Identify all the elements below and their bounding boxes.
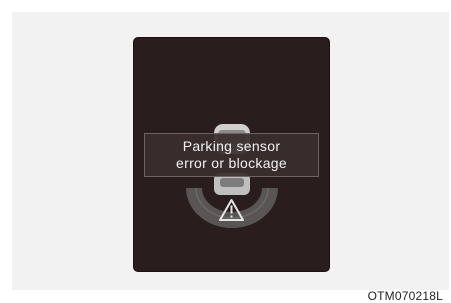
- warning-message-box: Parking sensor error or blockage: [144, 133, 319, 177]
- figure-code: OTM070218L: [367, 289, 443, 303]
- cluster-display: Parking sensor error or blockage: [134, 38, 329, 271]
- warning-message-line-1: Parking sensor: [182, 138, 281, 154]
- warning-message-line-2: error or blockage: [176, 155, 287, 171]
